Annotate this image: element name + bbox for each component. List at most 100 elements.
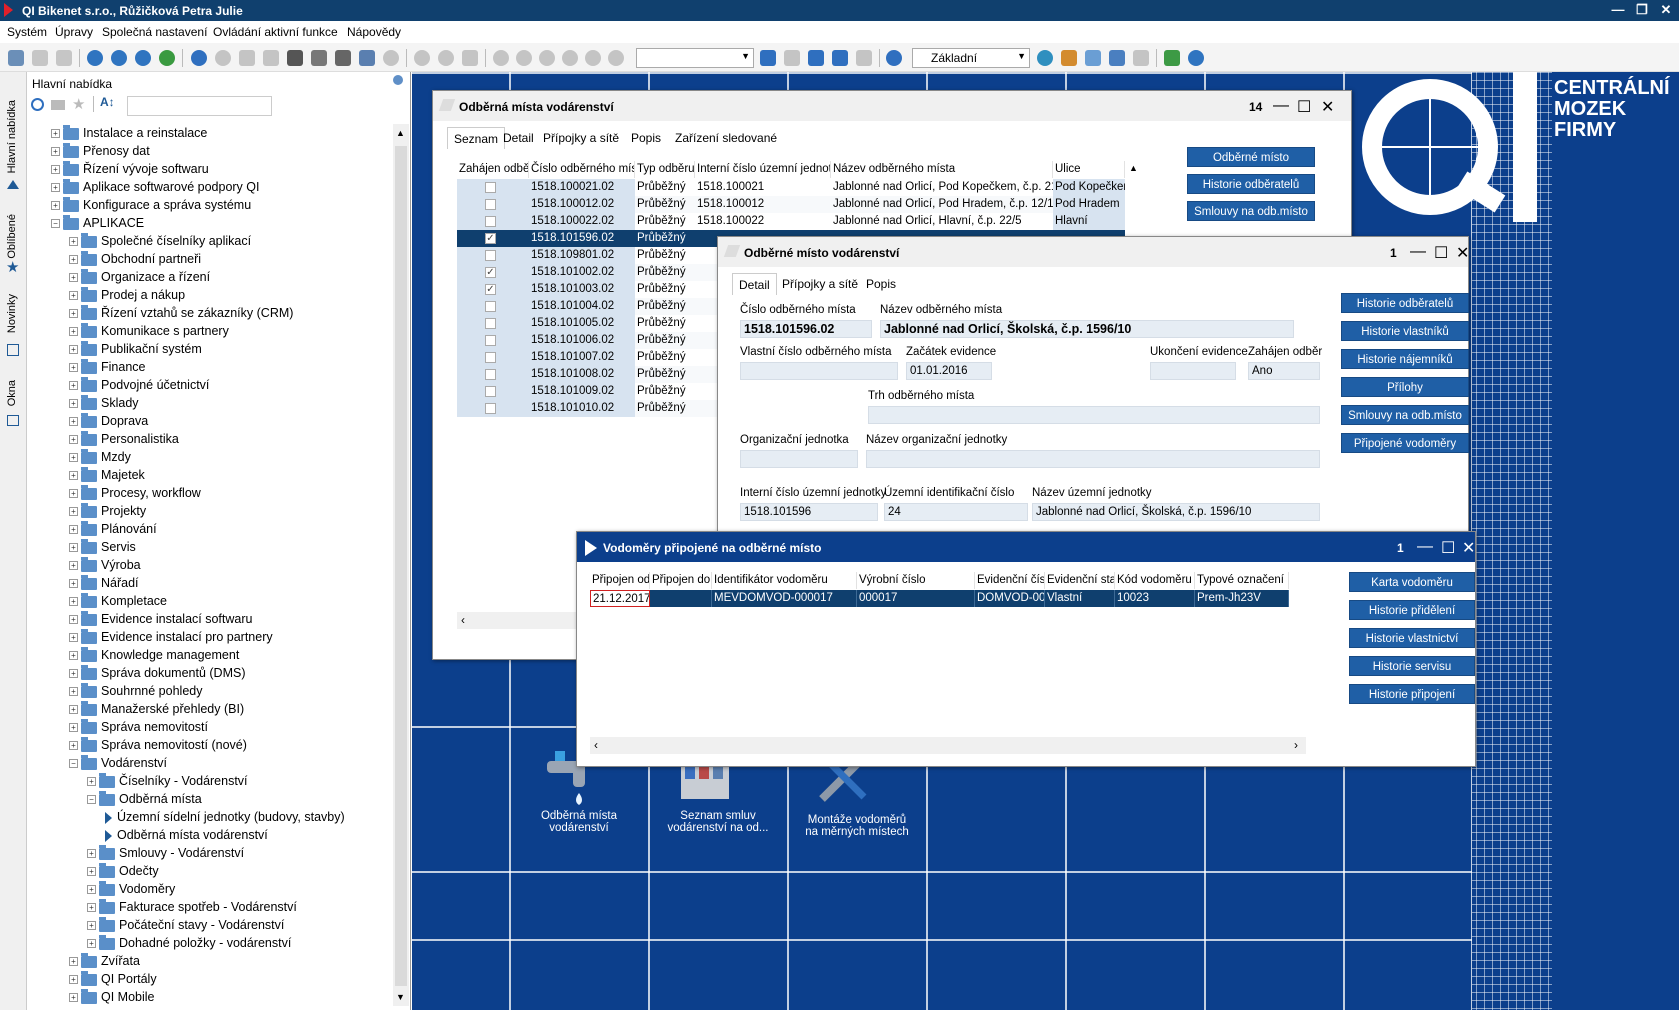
- report-icon[interactable]: [1061, 50, 1077, 66]
- field-org[interactable]: [740, 450, 858, 468]
- row-checkbox[interactable]: [485, 335, 496, 346]
- sidestrip-main-menu[interactable]: Hlavní nabídka: [6, 100, 18, 173]
- scroll-left-icon[interactable]: ‹: [461, 613, 465, 627]
- expand-icon[interactable]: +: [87, 867, 96, 877]
- table-row[interactable]: 21.12.2017 MEVDOMVOD-000017 000017 DOMVOD-0…: [590, 590, 1289, 607]
- field-org-nazev[interactable]: [866, 450, 1320, 468]
- print-preview-icon[interactable]: [311, 50, 327, 66]
- field-uzemni-id[interactable]: 24: [884, 503, 1028, 521]
- add-icon[interactable]: [414, 50, 430, 66]
- field-nazev[interactable]: Jablonné nad Orlicí, Školská, č.p. 1596/…: [880, 320, 1294, 338]
- tree-item[interactable]: + Podvojné účetnictví: [69, 376, 209, 394]
- tree-item[interactable]: + Počáteční stavy - Vodárenství: [87, 916, 284, 934]
- btn-historie-vlastnictvi[interactable]: Historie vlastnictví: [1349, 628, 1475, 648]
- tab-detail[interactable]: Detail: [732, 273, 777, 295]
- gear-icon[interactable]: [886, 50, 902, 66]
- menu-active-function[interactable]: Ovládání aktivní funkce: [213, 25, 338, 39]
- first-record-icon[interactable]: [493, 50, 509, 66]
- expand-icon[interactable]: +: [69, 579, 78, 589]
- news-icon[interactable]: [7, 344, 19, 356]
- tree-item[interactable]: + Procesy, workflow: [69, 484, 201, 502]
- help-web-icon[interactable]: [159, 50, 175, 66]
- scroll-thumb[interactable]: [395, 146, 407, 986]
- info-icon[interactable]: [1188, 50, 1204, 66]
- tree-item[interactable]: + Sklady: [69, 394, 139, 412]
- expand-icon[interactable]: +: [51, 183, 60, 193]
- tree-item[interactable]: + Konfigurace a správa systému: [51, 196, 251, 214]
- expand-icon[interactable]: +: [69, 741, 78, 751]
- refresh-tree-icon[interactable]: [31, 98, 44, 111]
- tile-contracts[interactable]: Seznam smluv vodárenství na od...: [653, 810, 783, 834]
- btn-historie-vlastniku[interactable]: Historie vlastníků: [1341, 321, 1469, 341]
- tree-item[interactable]: + Správa nemovitostí: [69, 718, 208, 736]
- tree-item[interactable]: + Přenosy dat: [51, 142, 150, 160]
- table-row[interactable]: 1518.100022.02 Průběžný 1518.100022 Jablonn…: [457, 213, 1125, 230]
- expand-icon[interactable]: +: [51, 129, 60, 139]
- expand-icon[interactable]: +: [69, 975, 78, 985]
- tab-pripojky[interactable]: Přípojky a sítě: [537, 127, 625, 149]
- menu-settings[interactable]: Společná nastavení: [102, 25, 207, 39]
- sidestrip-favorites[interactable]: Oblíbené: [6, 214, 18, 259]
- tree-item[interactable]: + Smlouvy - Vodárenství: [87, 844, 244, 862]
- btn-smlouvy[interactable]: Smlouvy na odb.místo: [1187, 201, 1315, 221]
- expand-icon[interactable]: +: [69, 507, 78, 517]
- scroll-down-icon[interactable]: ▼: [396, 992, 405, 1002]
- edit-icon[interactable]: [1109, 50, 1125, 66]
- column-header[interactable]: Evidenční stav: [1045, 572, 1115, 589]
- win1-maximize-icon[interactable]: ☐: [1297, 97, 1311, 117]
- tree-item[interactable]: + Knowledge management: [69, 646, 239, 664]
- row-checkbox[interactable]: [485, 386, 496, 397]
- tile-meter-install[interactable]: Montáže vodoměrů na měrných místech: [792, 814, 922, 838]
- row-checkbox[interactable]: ✓: [485, 284, 496, 295]
- confirm-icon[interactable]: [215, 50, 231, 66]
- tree-item[interactable]: + Plánování: [69, 520, 157, 538]
- tree-item[interactable]: + Organizace a řízení: [69, 268, 210, 286]
- filter-icon[interactable]: [760, 50, 776, 66]
- stamp-icon[interactable]: [239, 50, 255, 66]
- tree-item[interactable]: + Servis: [69, 538, 136, 556]
- expand-icon[interactable]: +: [69, 597, 78, 607]
- win3-maximize-icon[interactable]: ☐: [1441, 538, 1455, 558]
- windows-icon[interactable]: [7, 415, 19, 426]
- tree-item[interactable]: + Publikační systém: [69, 340, 202, 358]
- copy-icon[interactable]: [8, 50, 24, 66]
- export-icon[interactable]: [359, 50, 375, 66]
- tree-item[interactable]: − Vodárenství: [69, 754, 167, 772]
- tree-item[interactable]: + Finance: [69, 358, 145, 376]
- column-header[interactable]: Připojen od: [590, 572, 650, 589]
- tree-item[interactable]: + Souhrnné pohledy: [69, 682, 202, 700]
- help-context-icon[interactable]: [111, 50, 127, 66]
- refresh-icon[interactable]: [191, 50, 207, 66]
- row-checkbox[interactable]: [485, 301, 496, 312]
- sort-icon[interactable]: [808, 50, 824, 66]
- last-record-icon[interactable]: [608, 50, 624, 66]
- expand-icon[interactable]: +: [69, 291, 78, 301]
- column-header[interactable]: Interní číslo územní jednotky: [695, 161, 831, 178]
- expand-icon[interactable]: +: [87, 885, 96, 895]
- expand-icon[interactable]: +: [69, 615, 78, 625]
- expand-icon[interactable]: +: [87, 777, 96, 787]
- expand-icon[interactable]: +: [69, 327, 78, 337]
- btn-odberne-misto[interactable]: Odběrné místo: [1187, 147, 1315, 167]
- expand-icon[interactable]: +: [69, 363, 78, 373]
- tree-item[interactable]: Odběrná místa vodárenství: [105, 826, 268, 844]
- row-checkbox[interactable]: [485, 182, 496, 193]
- tree-item[interactable]: + Doprava: [69, 412, 148, 430]
- expand-icon[interactable]: +: [69, 633, 78, 643]
- field-trh[interactable]: [868, 406, 1320, 424]
- tree-item[interactable]: + Nářadí: [69, 574, 139, 592]
- scroll-up-icon[interactable]: ▲: [1129, 163, 1138, 173]
- help-search-icon[interactable]: [135, 50, 151, 66]
- tree-item[interactable]: + QI Mobile: [69, 988, 155, 1006]
- tree-item[interactable]: + Manažerské přehledy (BI): [69, 700, 244, 718]
- menu-tree-scrollbar[interactable]: ▲ ▼: [393, 124, 409, 1006]
- sidestrip-windows[interactable]: Okna: [6, 380, 18, 406]
- scroll-right-icon[interactable]: ›: [1294, 738, 1298, 752]
- btn-smlouvy[interactable]: Smlouvy na odb.místo: [1341, 405, 1469, 425]
- view-combo[interactable]: Základní ▼: [912, 48, 1030, 68]
- tab-zarizeni[interactable]: Zařízení sledované: [669, 127, 783, 149]
- row-checkbox[interactable]: ✓: [485, 267, 496, 278]
- column-header[interactable]: Výrobní číslo: [857, 572, 975, 589]
- expand-icon[interactable]: +: [69, 993, 78, 1003]
- star-icon[interactable]: ★: [6, 258, 19, 276]
